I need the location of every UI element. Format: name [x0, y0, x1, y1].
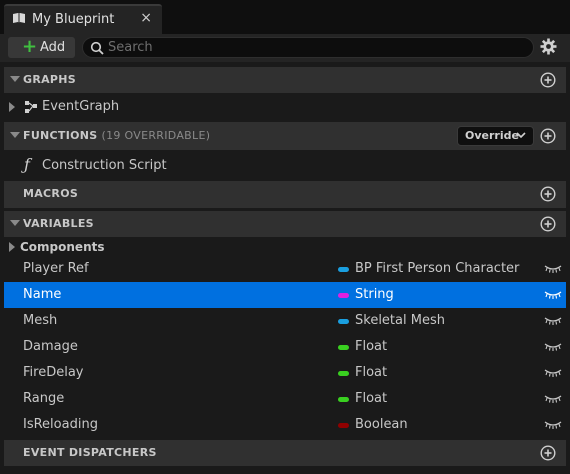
- variable-type-pill-icon[interactable]: [338, 397, 349, 402]
- eye-closed-icon[interactable]: [544, 290, 562, 300]
- variable-name: FireDelay: [23, 365, 84, 380]
- expand-arrow-icon[interactable]: [9, 242, 15, 252]
- eye-closed-icon[interactable]: [544, 264, 562, 274]
- close-icon[interactable]: ×: [140, 10, 152, 26]
- panel-bottom: [0, 466, 570, 474]
- variable-type[interactable]: BP First Person Character: [355, 261, 519, 276]
- macros-section-header[interactable]: MACROS: [4, 181, 566, 208]
- variable-row[interactable]: Mesh Skeletal Mesh: [4, 308, 566, 334]
- add-label: Add: [40, 40, 66, 55]
- variable-row[interactable]: IsReloading Boolean: [4, 412, 566, 438]
- graph-item-eventgraph[interactable]: EventGraph: [4, 94, 566, 120]
- category-label: Components: [20, 240, 105, 254]
- plus-icon: +: [22, 36, 38, 57]
- function-item-label: Construction Script: [42, 158, 167, 173]
- variable-name: Damage: [23, 339, 78, 354]
- variable-type[interactable]: Boolean: [355, 417, 408, 432]
- eye-closed-icon[interactable]: [544, 316, 562, 326]
- variable-type-pill-icon[interactable]: [338, 293, 349, 298]
- graphs-title: GRAPHS: [23, 73, 77, 86]
- eye-closed-icon[interactable]: [544, 368, 562, 378]
- variable-type-pill-icon[interactable]: [338, 423, 349, 428]
- tab-title: My Blueprint: [32, 12, 115, 27]
- add-macro-icon[interactable]: [540, 186, 556, 202]
- eye-closed-icon[interactable]: [544, 342, 562, 352]
- book-icon: [13, 13, 25, 23]
- variable-type-pill-icon[interactable]: [338, 371, 349, 376]
- add-variable-icon[interactable]: [540, 216, 556, 232]
- collapse-arrow-icon[interactable]: [10, 132, 20, 138]
- variable-type[interactable]: Float: [355, 339, 387, 354]
- variable-type[interactable]: Float: [355, 391, 387, 406]
- variable-type[interactable]: String: [355, 287, 394, 302]
- collapse-arrow-icon[interactable]: [10, 76, 20, 82]
- variable-name: Player Ref: [23, 261, 89, 276]
- variable-name: IsReloading: [23, 417, 98, 432]
- override-label: Override: [465, 129, 519, 142]
- functions-section-header[interactable]: FUNCTIONS (19 OVERRIDABLE) Override: [4, 122, 566, 150]
- variable-category-components[interactable]: Components: [4, 237, 566, 257]
- variable-row[interactable]: Damage Float: [4, 334, 566, 360]
- graph-item-label: EventGraph: [42, 99, 120, 114]
- override-dropdown[interactable]: Override: [457, 126, 534, 146]
- toolbar: + Add: [0, 34, 570, 62]
- add-event-dispatcher-icon[interactable]: [540, 445, 556, 461]
- variable-type-pill-icon[interactable]: [338, 345, 349, 350]
- variable-type[interactable]: Skeletal Mesh: [355, 313, 445, 328]
- event-dispatchers-title: EVENT DISPATCHERS: [23, 446, 157, 459]
- graphs-section-header[interactable]: GRAPHS: [4, 67, 566, 93]
- functions-title: FUNCTIONS (19 OVERRIDABLE): [23, 129, 211, 142]
- function-item-construction-script[interactable]: ƒ Construction Script: [4, 153, 566, 179]
- variable-row[interactable]: Player Ref BP First Person Character: [4, 256, 566, 282]
- collapse-arrow-icon[interactable]: [10, 220, 20, 226]
- add-function-icon[interactable]: [540, 128, 556, 144]
- variable-name: Range: [23, 391, 65, 406]
- search-icon: [90, 41, 104, 55]
- eye-closed-icon[interactable]: [544, 394, 562, 404]
- gear-icon[interactable]: [540, 38, 557, 55]
- variable-row[interactable]: Range Float: [4, 386, 566, 412]
- add-graph-icon[interactable]: [540, 72, 556, 88]
- variable-row[interactable]: Name String: [4, 282, 566, 308]
- event-dispatchers-section-header[interactable]: EVENT DISPATCHERS: [4, 440, 566, 466]
- function-icon: ƒ: [24, 155, 30, 174]
- search-box[interactable]: [82, 37, 534, 58]
- variable-type-pill-icon[interactable]: [338, 267, 349, 272]
- functions-subtitle: (19 OVERRIDABLE): [101, 129, 211, 142]
- variables-title: VARIABLES: [23, 217, 94, 230]
- expand-arrow-icon[interactable]: [9, 102, 15, 112]
- variable-type[interactable]: Float: [355, 365, 387, 380]
- my-blueprint-panel: My Blueprint × + Add Search GRAPHS Event…: [0, 0, 570, 474]
- variable-name: Mesh: [23, 313, 58, 328]
- variable-name: Name: [23, 287, 62, 302]
- eye-closed-icon[interactable]: [544, 420, 562, 430]
- add-button[interactable]: + Add: [8, 36, 75, 58]
- chevron-down-icon: [516, 132, 526, 139]
- variable-type-pill-icon[interactable]: [338, 319, 349, 324]
- tab-my-blueprint[interactable]: My Blueprint ×: [4, 4, 162, 34]
- event-graph-icon: [25, 101, 37, 113]
- variables-section-header[interactable]: VARIABLES: [4, 211, 566, 237]
- search-input[interactable]: [108, 39, 508, 56]
- tab-bar: My Blueprint ×: [0, 0, 570, 34]
- variable-row[interactable]: FireDelay Float: [4, 360, 566, 386]
- macros-title: MACROS: [23, 187, 79, 200]
